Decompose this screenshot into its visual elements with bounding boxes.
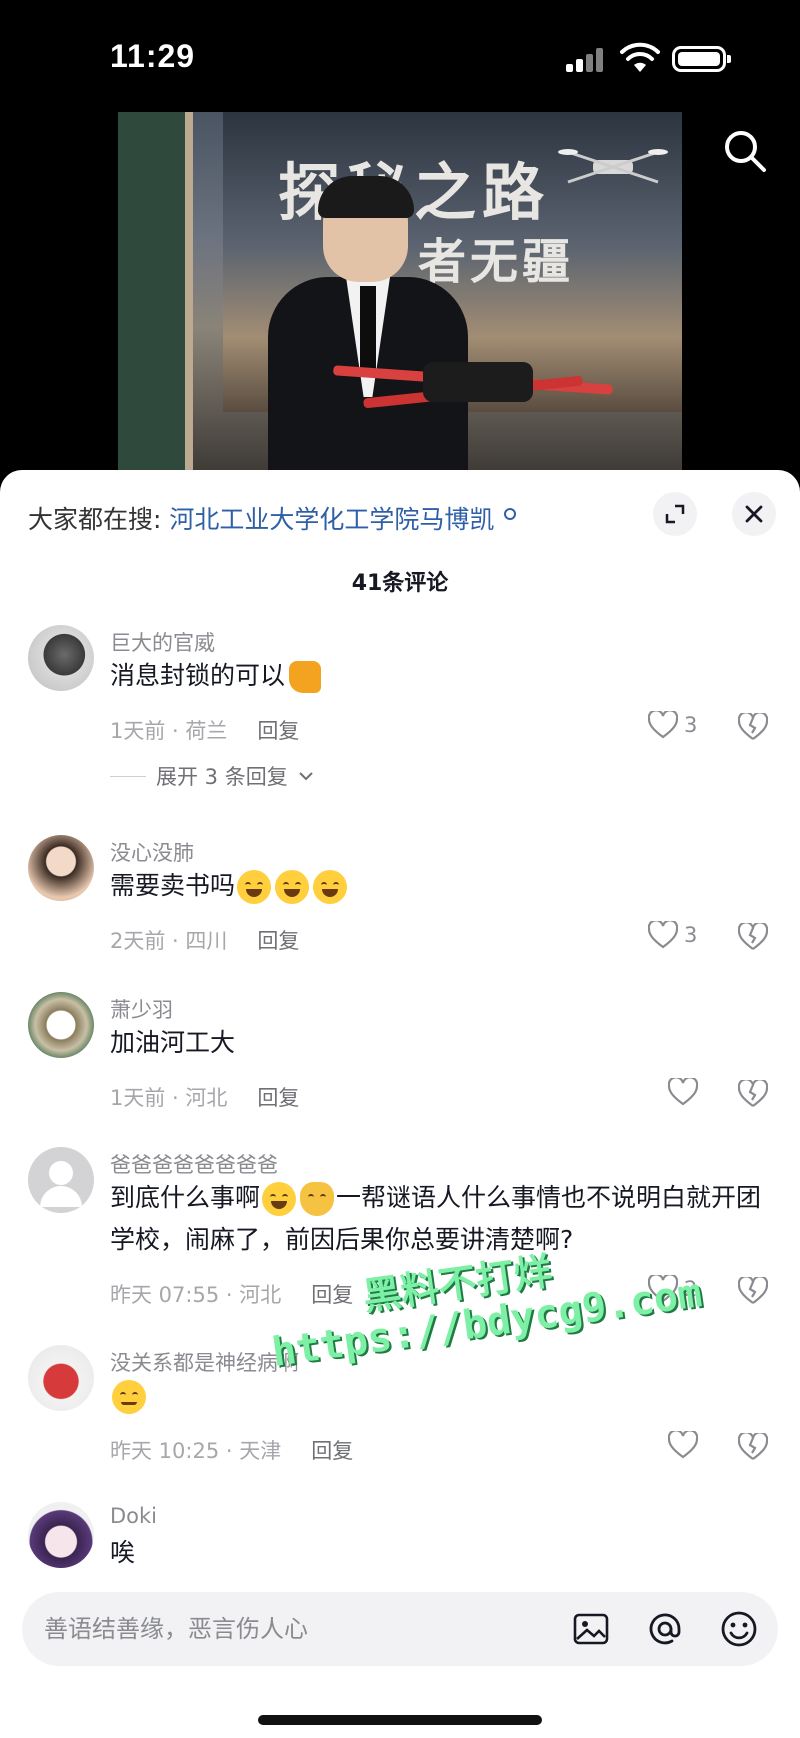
hot-search-term[interactable]: 河北工业大学化工学院马博凯 xyxy=(169,505,494,534)
comment-text-content: 到底什么事啊 xyxy=(110,1183,261,1212)
avatar[interactable] xyxy=(28,992,94,1058)
like-button[interactable] xyxy=(668,1078,698,1106)
expand-replies-button[interactable]: 展开 3 条回复 xyxy=(110,761,314,791)
comment-input-bar xyxy=(22,1592,778,1666)
grinning-emoji-icon xyxy=(275,870,310,904)
comment-text: 加油河工大 xyxy=(110,1028,236,1057)
comment-text: 唉 xyxy=(110,1538,136,1567)
close-icon xyxy=(745,505,763,523)
chalkboard xyxy=(118,112,193,472)
comment-count: 41条评论 xyxy=(351,571,449,596)
comment-time-location: 昨天 07:55 · 河北 xyxy=(110,1283,282,1307)
downcast-sweat-emoji-icon xyxy=(112,1380,146,1414)
comment-text-content: 需要卖书吗 xyxy=(110,871,236,900)
like-button[interactable] xyxy=(668,1431,698,1459)
expand-replies-label: 展开 3 条回复 xyxy=(156,765,288,789)
cellular-signal-icon xyxy=(566,48,606,72)
avatar[interactable] xyxy=(28,1345,94,1411)
heart-icon xyxy=(648,921,678,949)
comment-time-location: 2天前 · 四川 xyxy=(110,929,228,953)
like-button[interactable]: 3 xyxy=(648,711,697,739)
avatar[interactable] xyxy=(28,625,94,691)
wifi-icon xyxy=(620,42,660,72)
comment-username[interactable]: Doki xyxy=(110,1504,157,1528)
heart-icon xyxy=(668,1078,698,1106)
hot-search-magnifier-icon xyxy=(504,508,517,520)
divider-line xyxy=(110,775,146,777)
laughing-crying-emoji-icon xyxy=(262,1182,297,1216)
comment-meta: 2天前 · 四川 回复 xyxy=(110,925,299,955)
battery-icon xyxy=(672,46,731,72)
reply-button[interactable]: 回复 xyxy=(311,1439,353,1463)
broken-heart-icon[interactable] xyxy=(738,1277,768,1305)
comment-time-location: 1天前 · 河北 xyxy=(110,1086,228,1110)
grinning-emoji-icon xyxy=(237,870,272,904)
home-indicator[interactable] xyxy=(258,1715,542,1725)
comment-sheet: 大家都在搜: 河北工业大学化工学院马博凯 41条评论 巨大的官威 消息封锁的可以… xyxy=(0,470,800,1738)
reply-button[interactable]: 回复 xyxy=(257,929,299,953)
default-avatar-icon xyxy=(40,1161,82,1207)
broken-heart-icon[interactable] xyxy=(738,1080,768,1108)
close-button[interactable] xyxy=(732,492,776,536)
comment-username[interactable]: 没关系都是神经病啊 xyxy=(110,1347,299,1377)
broken-heart-icon[interactable] xyxy=(738,713,768,741)
comment-text-content: 消息封锁的可以 xyxy=(110,661,286,690)
hot-search-bar[interactable]: 大家都在搜: 河北工业大学化工学院马博凯 xyxy=(28,500,517,536)
comment-meta: 昨天 10:25 · 天津 回复 xyxy=(110,1435,353,1465)
broken-heart-icon[interactable] xyxy=(738,1433,768,1461)
comment-username[interactable]: 爸爸爸爸爸爸爸爸 xyxy=(110,1149,278,1179)
comment-input[interactable] xyxy=(44,1592,524,1666)
image-icon[interactable] xyxy=(570,1608,612,1650)
expand-button[interactable] xyxy=(653,492,697,536)
video-player[interactable]: 探秘之路 者无疆 xyxy=(118,112,682,472)
avatar[interactable] xyxy=(28,1147,94,1213)
like-count: 3 xyxy=(684,923,698,947)
status-time: 11:29 xyxy=(110,38,196,74)
comment-username[interactable]: 萧少羽 xyxy=(110,994,173,1024)
comment-meta: 1天前 · 荷兰 回复 xyxy=(110,715,299,745)
like-count: 3 xyxy=(684,713,698,737)
like-button[interactable]: 3 xyxy=(648,921,697,949)
comment-text xyxy=(110,1375,770,1417)
thumbs-up-emoji-icon xyxy=(289,661,322,693)
hot-search-label: 大家都在搜: xyxy=(28,505,162,534)
avatar[interactable] xyxy=(28,835,94,901)
broken-heart-icon[interactable] xyxy=(738,923,768,951)
reply-button[interactable]: 回复 xyxy=(257,719,299,743)
comment-username[interactable]: 没心没肺 xyxy=(110,837,194,867)
drone-graphic xyxy=(558,149,668,184)
chevron-down-icon xyxy=(299,772,313,781)
comment-time-location: 昨天 10:25 · 天津 xyxy=(110,1439,282,1463)
at-icon[interactable] xyxy=(644,1608,686,1650)
comment-meta: 1天前 · 河北 回复 xyxy=(110,1082,299,1112)
presenter xyxy=(268,176,468,472)
drone-model xyxy=(332,347,614,417)
comment-username[interactable]: 巨大的官威 xyxy=(110,627,215,657)
reply-button[interactable]: 回复 xyxy=(257,1086,299,1110)
avatar[interactable] xyxy=(28,1502,94,1568)
grinning-emoji-icon xyxy=(313,870,348,904)
search-icon[interactable] xyxy=(722,128,768,174)
comment-text: 消息封锁的可以 xyxy=(110,655,770,697)
emoji-icon[interactable] xyxy=(718,1608,760,1650)
expand-icon xyxy=(665,504,685,524)
status-bar: 11:29 xyxy=(0,0,800,110)
heart-icon xyxy=(668,1431,698,1459)
ok-hand-emoji-icon xyxy=(300,1182,335,1216)
heart-icon xyxy=(648,711,678,739)
comment-text: 需要卖书吗 xyxy=(110,865,770,907)
comment-time-location: 1天前 · 荷兰 xyxy=(110,719,228,743)
